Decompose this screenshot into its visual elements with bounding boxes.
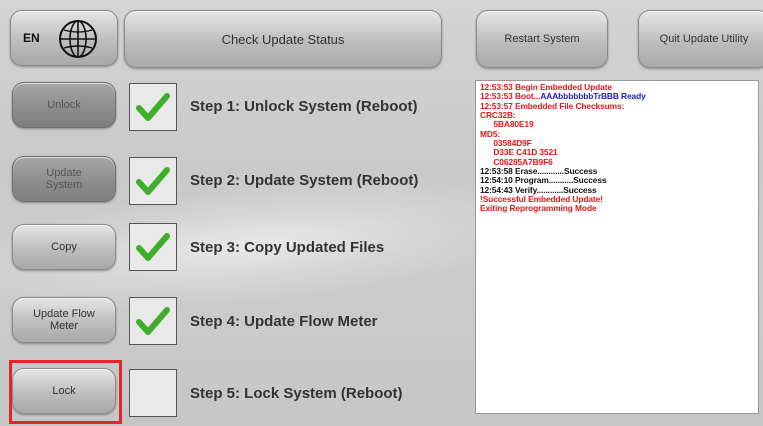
step-3-label: Step 3: Copy Updated Files	[190, 239, 385, 256]
log-line: 5BA80E19	[480, 119, 534, 130]
update-log-panel[interactable]: 12:53:53 Begin Embedded Update 12:53:53 …	[475, 80, 759, 414]
restart-system-label: Restart System	[504, 33, 580, 45]
log-line: 12:53:57 Embedded File Checksums:	[480, 100, 625, 111]
check-update-status-button[interactable]: Check Update Status	[124, 10, 442, 68]
restart-system-button[interactable]: Restart System	[476, 10, 608, 68]
log-line: Exiting Reprogramming Mode	[480, 203, 597, 214]
log-line-boot-text: 12:53:53 Boot...AAAbbbbbbbTrBBB Ready	[480, 91, 646, 102]
copy-button[interactable]: Copy	[12, 224, 116, 270]
step-4-checkbox	[129, 297, 177, 345]
copy-button-label: Copy	[51, 241, 77, 253]
checkmark-icon	[136, 307, 170, 335]
update-system-button-label: Update System	[45, 167, 83, 191]
step-3-checkbox	[129, 223, 177, 271]
step-2-checkbox	[129, 157, 177, 205]
unlock-button-label: Unlock	[47, 99, 81, 111]
step-1-label: Step 1: Unlock System (Reboot)	[190, 98, 418, 115]
update-flow-meter-button-label: Update Flow Meter	[33, 308, 95, 332]
update-flow-meter-button[interactable]: Update Flow Meter	[12, 297, 116, 343]
language-button[interactable]: EN	[10, 10, 118, 66]
quit-update-utility-label: Quit Update Utility	[659, 33, 749, 45]
step-4-label: Step 4: Update Flow Meter	[190, 313, 378, 330]
check-update-status-label: Check Update Status	[221, 31, 345, 47]
unlock-button[interactable]: Unlock	[12, 82, 116, 128]
update-system-button[interactable]: Update System	[12, 156, 116, 202]
step-5-label: Step 5: Lock System (Reboot)	[190, 385, 403, 402]
checkmark-icon	[136, 233, 170, 261]
language-code: EN	[23, 31, 40, 45]
step-5-checkbox	[129, 369, 177, 417]
globe-icon	[59, 20, 97, 58]
checkmark-icon	[136, 93, 170, 121]
step-2-label: Step 2: Update System (Reboot)	[190, 172, 419, 189]
lock-button-highlight	[9, 360, 122, 424]
checkmark-icon	[136, 167, 170, 195]
quit-update-utility-button[interactable]: Quit Update Utility	[638, 10, 763, 68]
step-1-checkbox	[129, 83, 177, 131]
